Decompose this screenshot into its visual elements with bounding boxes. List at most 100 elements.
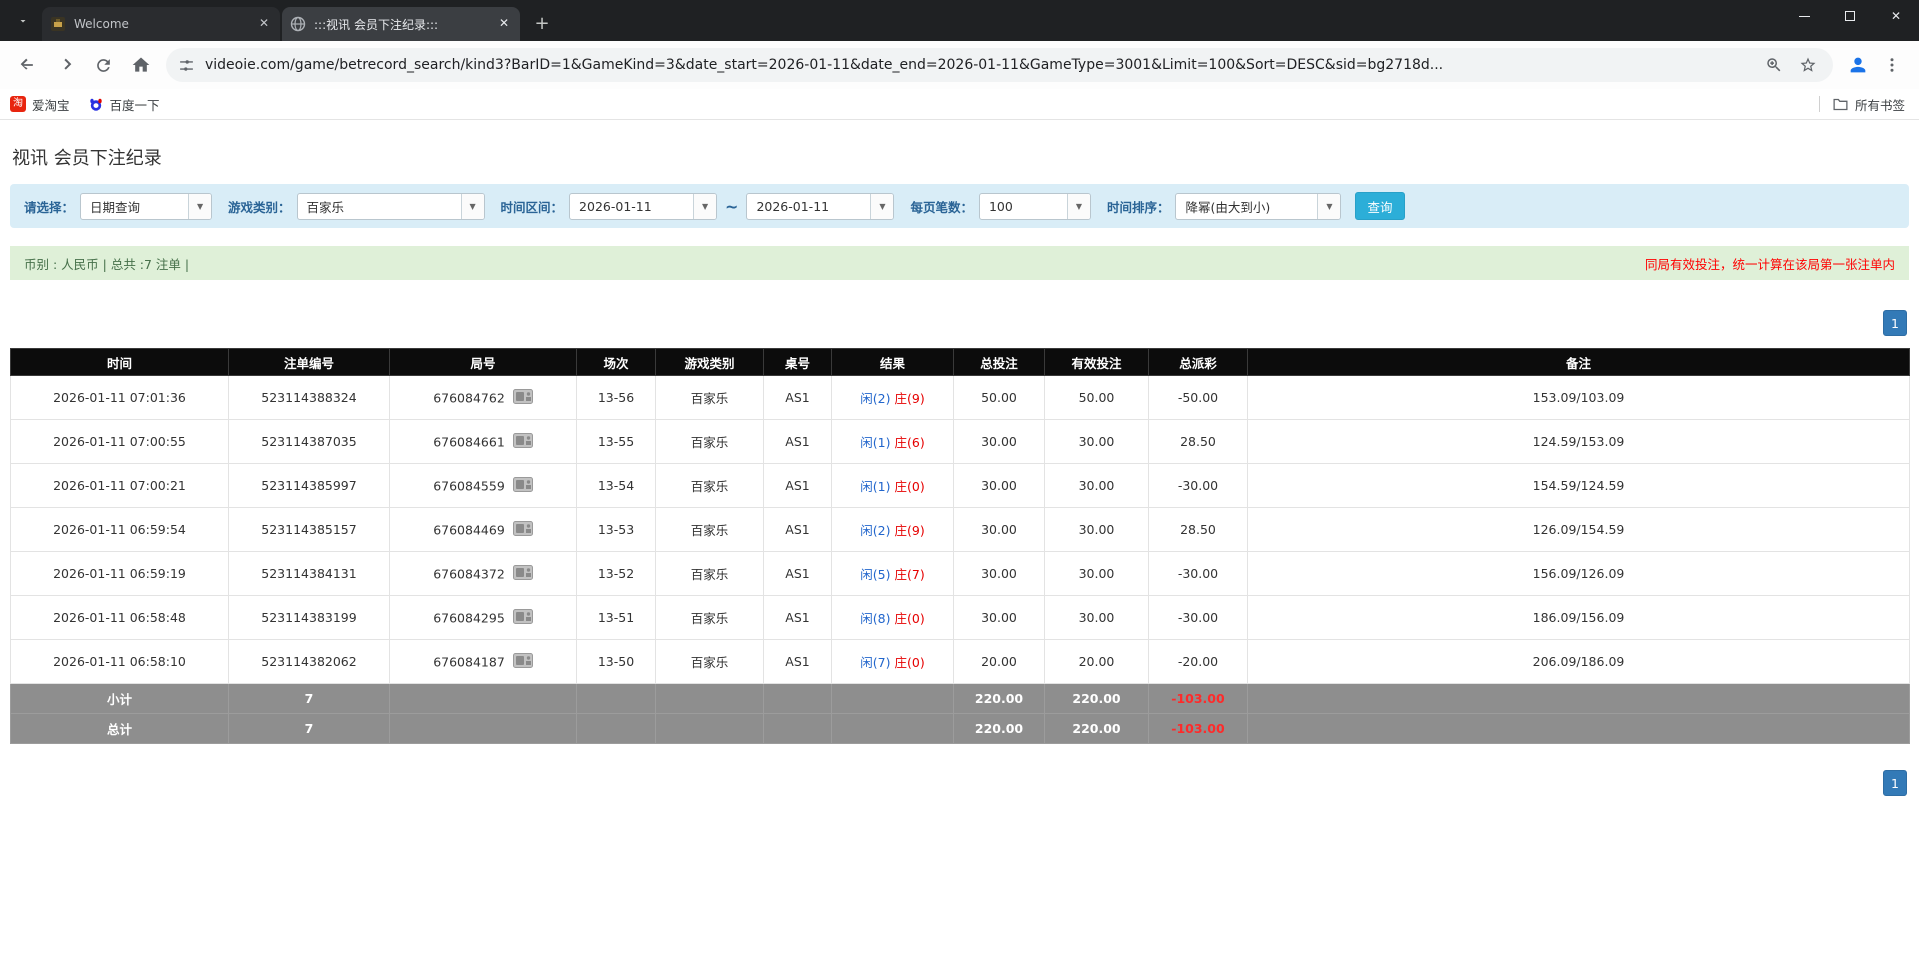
cell-game-type: 百家乐 <box>655 595 764 640</box>
tab-close-icon[interactable]: ✕ <box>496 16 512 32</box>
date-start-select[interactable]: 2026-01-11 ▼ <box>569 192 718 220</box>
table-row: 2026-01-11 06:59:54 523114385157 676084469… <box>10 507 1910 552</box>
cell-bet-id: 523114383199 <box>228 595 390 640</box>
summary-notice: 同局有效投注，统一计算在该局第一张注单内 <box>1644 256 1895 272</box>
cell-table-number: AS1 <box>763 463 832 508</box>
cell-total-bet: 30.00 <box>953 551 1045 596</box>
column-header: 结果 <box>831 348 954 376</box>
game-type-label: 游戏类别： <box>228 199 291 215</box>
video-replay-icon[interactable] <box>512 388 533 407</box>
result-banker: 庄(0) <box>894 479 925 494</box>
all-bookmarks-button[interactable]: 所有书签 <box>1832 95 1905 114</box>
query-type-select[interactable]: 日期查询 ▼ <box>80 192 213 220</box>
cell-table-number: AS1 <box>763 375 832 420</box>
chevron-down-icon[interactable]: ▼ <box>1066 193 1090 219</box>
table-row: 2026-01-11 06:59:19 523114384131 676084372… <box>10 551 1910 596</box>
page-number-button[interactable]: 1 <box>1883 770 1907 796</box>
cell-result: 闲(2) 庄(9) <box>831 507 954 552</box>
cell-bet-id: 523114384131 <box>228 551 390 596</box>
page-number-button[interactable]: 1 <box>1883 310 1907 336</box>
address-bar[interactable]: videoie.com/game/betrecord_search/kind3?… <box>166 48 1833 82</box>
close-button[interactable]: ✕ <box>1873 0 1919 32</box>
cell-bet-id: 523114382062 <box>228 639 390 684</box>
chevron-down-icon[interactable]: ▼ <box>188 193 212 219</box>
bookmark-star-icon[interactable] <box>1795 52 1821 78</box>
cell-bet-id: 523114387035 <box>228 419 390 464</box>
round-number: 676084295 <box>433 610 505 625</box>
back-icon[interactable] <box>10 48 44 82</box>
query-type-value: 日期查询 <box>90 199 141 215</box>
video-replay-icon[interactable] <box>512 432 533 451</box>
cell-result: 闲(8) 庄(0) <box>831 595 954 640</box>
new-tab-button[interactable]: + <box>528 9 556 37</box>
page-content: 视讯 会员下注纪录 请选择： 日期查询 ▼ 游戏类别： 百家乐 ▼ 时间区间： … <box>0 144 1919 796</box>
table-row: 2026-01-11 06:58:48 523114383199 676084295… <box>10 595 1910 640</box>
tab-betrecord[interactable]: :::视讯 会员下注纪录::: ✕ <box>282 7 520 41</box>
tab-welcome[interactable]: Welcome ✕ <box>42 7 280 41</box>
video-replay-icon[interactable] <box>512 608 533 627</box>
cell-note: 206.09/186.09 <box>1247 639 1910 684</box>
total-total-bet: 220.00 <box>953 713 1045 744</box>
cell-valid-bet: 20.00 <box>1044 639 1149 684</box>
video-replay-icon[interactable] <box>512 476 533 495</box>
cell-round: 676084559 <box>389 463 577 508</box>
cell-note: 154.59/124.59 <box>1247 463 1910 508</box>
result-banker: 庄(0) <box>894 655 925 670</box>
sort-select[interactable]: 降幂(由大到小) ▼ <box>1175 192 1342 220</box>
bookmark-baidu[interactable]: 百度一下 <box>88 95 160 114</box>
cell-total-bet: 30.00 <box>953 463 1045 508</box>
chevron-down-icon[interactable]: ▼ <box>460 193 484 219</box>
bookmark-taobao[interactable]: 淘 爱淘宝 <box>10 95 70 114</box>
cell-result: 闲(1) 庄(6) <box>831 419 954 464</box>
folder-icon <box>1832 97 1849 112</box>
profile-icon[interactable] <box>1843 50 1873 80</box>
tab-search-button[interactable] <box>8 6 38 36</box>
cell-payout: -30.00 <box>1148 551 1248 596</box>
cell-time: 2026-01-11 06:58:48 <box>10 595 229 640</box>
result-banker: 庄(0) <box>894 611 925 626</box>
column-header: 备注 <box>1247 348 1910 376</box>
round-number: 676084187 <box>433 654 505 669</box>
zoom-icon[interactable] <box>1761 52 1787 78</box>
round-number: 676084762 <box>433 390 505 405</box>
video-replay-icon[interactable] <box>512 652 533 671</box>
cell-result: 闲(1) 庄(0) <box>831 463 954 508</box>
cell-bet-id: 523114388324 <box>228 375 390 420</box>
cell-table-number: AS1 <box>763 507 832 552</box>
search-button[interactable]: 查询 <box>1355 192 1405 220</box>
cell-session: 13-53 <box>576 507 656 552</box>
result-player: 闲(1) <box>860 479 891 494</box>
date-range-label: 时间区间： <box>500 199 564 215</box>
result-player: 闲(8) <box>860 611 891 626</box>
subtotal-payout: -103.00 <box>1148 683 1248 714</box>
cell-round: 676084187 <box>389 639 577 684</box>
home-icon[interactable] <box>124 48 158 82</box>
refresh-icon[interactable] <box>86 48 120 82</box>
maximize-button[interactable] <box>1827 0 1873 32</box>
cell-valid-bet: 50.00 <box>1044 375 1149 420</box>
browser-navbar: videoie.com/game/betrecord_search/kind3?… <box>0 41 1919 89</box>
column-header: 注单编号 <box>228 348 390 376</box>
cell-valid-bet: 30.00 <box>1044 507 1149 552</box>
cell-total-bet: 30.00 <box>953 507 1045 552</box>
table-row: 2026-01-11 07:00:55 523114387035 676084661… <box>10 419 1910 464</box>
chevron-down-icon[interactable]: ▼ <box>1317 193 1341 219</box>
chevron-down-icon[interactable]: ▼ <box>870 193 894 219</box>
video-replay-icon[interactable] <box>512 564 533 583</box>
game-type-select[interactable]: 百家乐 ▼ <box>296 192 485 220</box>
result-player: 闲(2) <box>860 391 891 406</box>
date-start-value: 2026-01-11 <box>579 198 652 214</box>
chevron-down-icon[interactable]: ▼ <box>693 193 717 219</box>
minimize-button[interactable] <box>1781 0 1827 32</box>
cell-note: 156.09/126.09 <box>1247 551 1910 596</box>
video-replay-icon[interactable] <box>512 520 533 539</box>
forward-icon[interactable] <box>48 48 82 82</box>
date-end-select[interactable]: 2026-01-11 ▼ <box>746 192 895 220</box>
browser-menu-icon[interactable] <box>1877 50 1907 80</box>
cell-game-type: 百家乐 <box>655 507 764 552</box>
cell-round: 676084295 <box>389 595 577 640</box>
page-limit-select[interactable]: 100 ▼ <box>978 192 1091 220</box>
bookmarks-divider <box>1818 96 1820 112</box>
site-settings-icon[interactable] <box>178 57 195 74</box>
tab-close-icon[interactable]: ✕ <box>256 16 272 32</box>
